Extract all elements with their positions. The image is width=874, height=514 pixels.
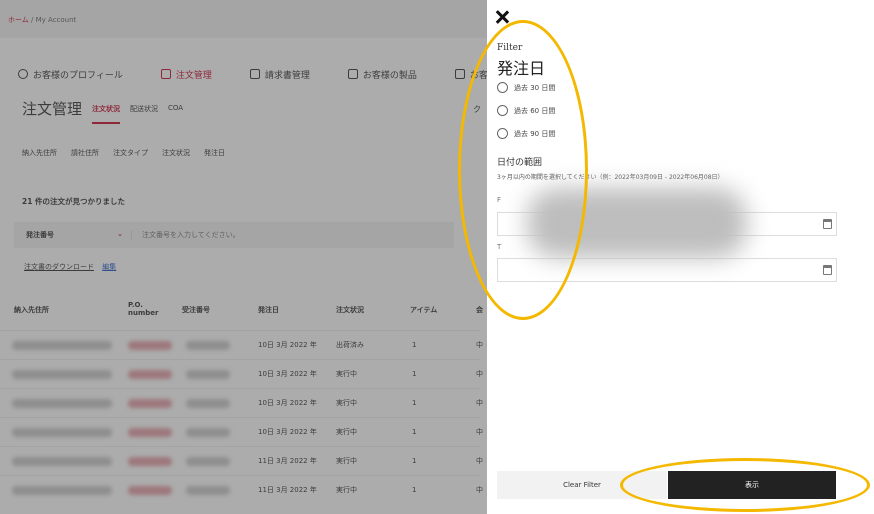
option-60-days[interactable]: 過去 60 日間	[497, 105, 555, 116]
clear-filter-button[interactable]: Clear Filter	[497, 471, 667, 499]
option-label: 過去 30 日間	[514, 83, 556, 92]
filter-panel: Filter 発注日 過去 30 日間 過去 60 日間 過去 90 日間 日付…	[487, 0, 874, 514]
radio-icon	[497, 128, 508, 139]
close-icon[interactable]	[495, 10, 509, 24]
panel-label: Filter	[497, 43, 523, 53]
date-range-title: 日付の範囲	[497, 158, 543, 168]
redacted-region	[527, 188, 747, 258]
option-90-days[interactable]: 過去 90 日間	[497, 128, 555, 139]
radio-icon	[497, 105, 508, 116]
date-range-hint: 3ヶ月以内の期間を選択してください（例：2022年03月09日 - 2022年0…	[497, 174, 724, 181]
to-date-field[interactable]	[497, 258, 837, 282]
calendar-icon[interactable]	[823, 219, 832, 229]
option-label: 過去 90 日間	[514, 129, 556, 138]
option-label: 過去 60 日間	[514, 106, 556, 115]
calendar-icon[interactable]	[823, 265, 832, 275]
to-label: T	[497, 243, 502, 251]
panel-title: 発注日	[497, 59, 546, 78]
radio-icon	[497, 82, 508, 93]
modal-backdrop[interactable]	[0, 0, 487, 514]
from-label: F	[497, 196, 502, 204]
apply-button[interactable]: 表示	[668, 471, 836, 499]
option-30-days[interactable]: 過去 30 日間	[497, 82, 555, 93]
